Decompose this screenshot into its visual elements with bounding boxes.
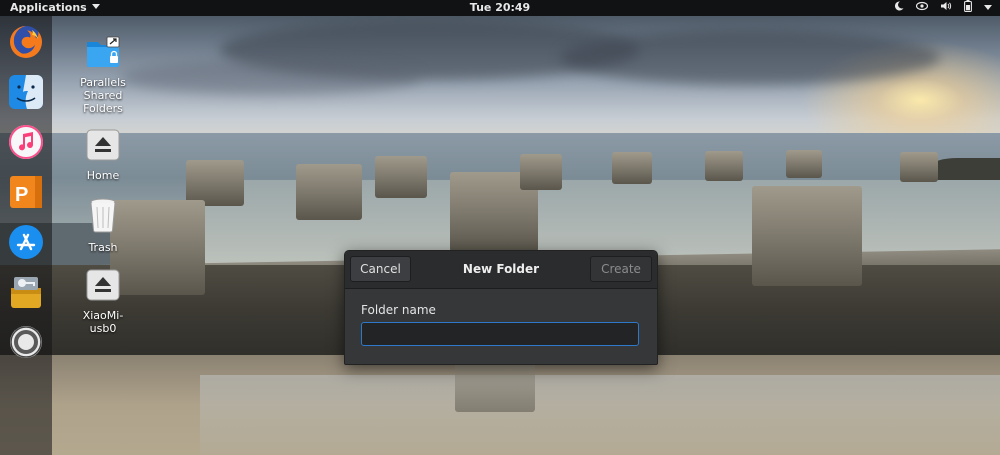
desktop-icon-label: Parallels Shared Folders [80, 76, 126, 115]
desktop-icon-trash[interactable]: Trash [63, 197, 143, 254]
system-menu-caret-icon [984, 0, 992, 16]
system-tray[interactable] [894, 0, 992, 16]
desktop-icon-label: XiaoMi-usb0 [82, 309, 124, 335]
dock: P [0, 16, 52, 455]
desktop-icon-shared-folders[interactable]: Parallels Shared Folders [63, 36, 143, 115]
create-button[interactable]: Create [590, 256, 652, 282]
shared-folder-icon [63, 36, 143, 72]
dialog-header: Cancel New Folder Create [345, 251, 657, 289]
desktop-icon-home[interactable]: Home [63, 129, 143, 182]
eject-icon [63, 269, 143, 305]
top-bar: Applications Tue 20:49 [0, 0, 1000, 16]
desktop-icon-label: Home [86, 169, 120, 182]
finder-icon[interactable] [8, 74, 44, 110]
desktop-wallpaper [0, 0, 1000, 455]
night-light-icon [894, 0, 904, 16]
itunes-icon[interactable] [8, 124, 44, 160]
cancel-button[interactable]: Cancel [350, 256, 411, 282]
desktop-icon-xiaomi-usb0[interactable]: XiaoMi-usb0 [63, 269, 143, 335]
folder-name-label: Folder name [361, 303, 436, 317]
new-folder-dialog: Cancel New Folder Create Folder name [344, 250, 658, 365]
volume-icon [940, 0, 952, 16]
applications-menu[interactable]: Applications [10, 0, 100, 16]
presentation-icon[interactable]: P [8, 174, 44, 210]
clock[interactable]: Tue 20:49 [0, 0, 1000, 16]
help-icon[interactable] [8, 324, 44, 360]
trash-icon [63, 197, 143, 237]
privacy-indicator-icon [915, 0, 929, 16]
desktop-icon-label: Trash [88, 241, 118, 254]
firefox-icon[interactable] [8, 24, 44, 60]
eject-icon [63, 129, 143, 165]
svg-text:P: P [15, 184, 28, 206]
keychain-icon[interactable] [8, 274, 44, 310]
applications-label: Applications [10, 1, 87, 14]
folder-name-input[interactable] [361, 322, 639, 346]
chevron-down-icon [91, 4, 100, 9]
app-store-icon[interactable] [8, 224, 44, 260]
battery-icon [964, 0, 972, 17]
